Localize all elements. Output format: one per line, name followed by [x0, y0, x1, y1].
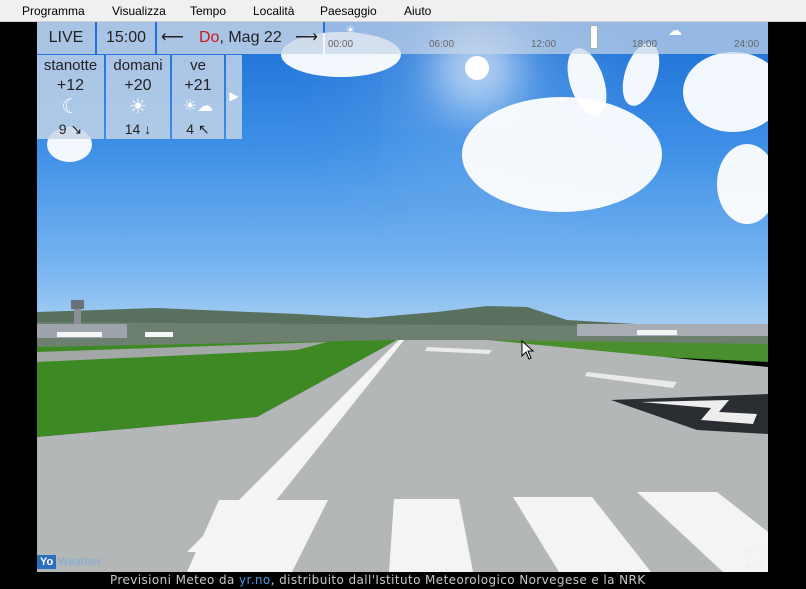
forecast-day: ve [190, 57, 206, 74]
time-display[interactable]: 15:00 [97, 22, 155, 54]
mouse-cursor-icon [521, 340, 535, 360]
tick-12: 12:00 [531, 39, 557, 50]
timeline-slider[interactable]: ☀ ☁ 00:00 06:00 12:00 18:00 24:00 [325, 22, 768, 54]
forecast-day: domani [113, 57, 163, 74]
forecast-tomorrow[interactable]: domani +20 ☀ 14 ↓ [106, 55, 170, 139]
sun-cloud-icon: ☀ [345, 23, 356, 37]
forecast-wind: 14 ↓ [124, 121, 152, 137]
timeline-handle[interactable] [590, 25, 598, 49]
menu-visualizza[interactable]: Visualizza [112, 4, 166, 18]
footer-prefix: Previsioni Meteo da [110, 573, 239, 587]
forecast-temp: +20 [124, 77, 152, 94]
tick-06: 06:00 [429, 39, 455, 50]
sun-cloud-icon: ☀☁ [182, 98, 214, 115]
tick-00: 00:00 [328, 39, 354, 50]
date-label: Do, Mag 22 [199, 22, 282, 54]
menu-aiuto[interactable]: Aiuto [404, 4, 431, 18]
menu-bar: Programma Visualizza Tempo Località Paes… [0, 0, 806, 22]
fullscreen-icon[interactable] [745, 549, 765, 569]
yoweather-logo: Yo Weather [37, 553, 101, 571]
forecast-wind: 4 ↖ [186, 121, 210, 137]
menu-tempo[interactable]: Tempo [190, 4, 226, 18]
forecast-day: stanotte [43, 57, 98, 74]
sun-icon: ☀ [129, 96, 147, 118]
footer-suffix: , distribuito dall'Istituto Meteorologic… [270, 573, 646, 587]
prev-day-button[interactable]: ⟵ [161, 22, 184, 54]
weather-scene: LIVE 15:00 ⟵ Do, Mag 22 ⟶ ☀ ☁ 00:00 06:0… [37, 22, 768, 572]
rain-icon: ☁ [668, 22, 682, 38]
footer-link[interactable]: yr.no [239, 573, 271, 587]
menu-programma[interactable]: Programma [22, 4, 85, 18]
play-icon: ▶ [229, 89, 239, 103]
forecast-tonight[interactable]: stanotte +12 ☾ 9 ↘ [37, 55, 104, 139]
tick-24: 24:00 [734, 39, 760, 50]
footer-credit: Previsioni Meteo da yr.no, distribuito d… [110, 573, 645, 587]
date-navigator: ⟵ Do, Mag 22 ⟶ [157, 22, 323, 54]
menu-localita[interactable]: Località [253, 4, 294, 18]
live-button[interactable]: LIVE [37, 22, 95, 54]
menu-paesaggio[interactable]: Paesaggio [320, 4, 377, 18]
forecast-wind: 9 ↘ [58, 121, 83, 137]
next-day-button[interactable]: ⟶ [295, 22, 318, 54]
forecast-friday[interactable]: ve +21 ☀☁ 4 ↖ [172, 55, 224, 139]
date-suffix: , Mag 22 [219, 29, 282, 46]
forecast-temp: +12 [56, 77, 85, 94]
logo-yo: Yo [37, 555, 57, 569]
logo-rest: Weather [58, 556, 102, 568]
moon-icon: ☾ [61, 96, 80, 118]
day-label: Do [199, 29, 220, 46]
forecast-temp: +21 [184, 77, 212, 94]
forecast-more-button[interactable]: ▶ [226, 55, 242, 139]
tick-18: 18:00 [632, 39, 658, 50]
